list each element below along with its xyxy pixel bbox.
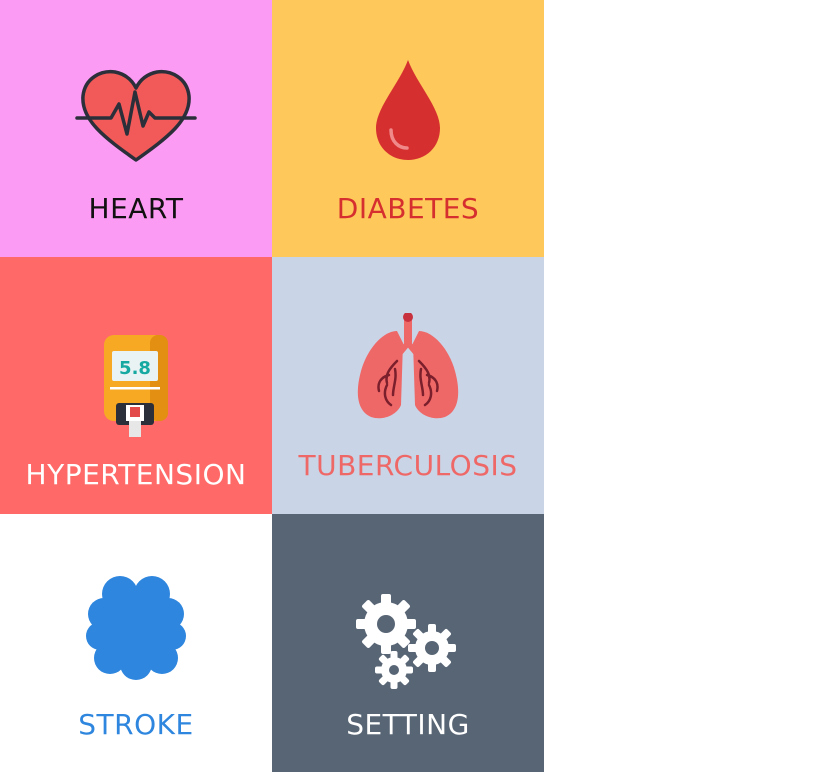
tile-label: SETTING <box>346 708 470 741</box>
tile-label: TUBERCULOSIS <box>298 449 518 482</box>
tile-diabetes[interactable]: DIABETES <box>272 0 544 257</box>
tile-tuberculosis[interactable]: TUBERCULOSIS <box>272 257 544 514</box>
tile-label: HEART <box>88 192 184 225</box>
tile-label: HYPERTENSION <box>25 458 247 491</box>
tile-label: DIABETES <box>336 192 480 225</box>
heart-pulse-icon <box>0 68 272 164</box>
gears-icon <box>272 594 544 694</box>
brain-icon <box>0 574 272 682</box>
tile-label: STROKE <box>78 708 194 741</box>
blood-drop-icon <box>272 58 544 162</box>
tile-stroke[interactable]: STROKE <box>0 514 272 772</box>
tile-setting[interactable]: SETTING <box>272 514 544 772</box>
glucometer-reading: 5.8 <box>119 358 151 379</box>
tile-heart[interactable]: HEART <box>0 0 272 257</box>
glucometer-icon: 5.8 <box>0 333 272 439</box>
lungs-icon <box>272 313 544 421</box>
tile-hypertension[interactable]: 5.8 HYPERTENSION <box>0 257 272 514</box>
category-grid: HEART DIABETES 5.8 HYPERTENSION TUBERCUL… <box>0 0 544 772</box>
